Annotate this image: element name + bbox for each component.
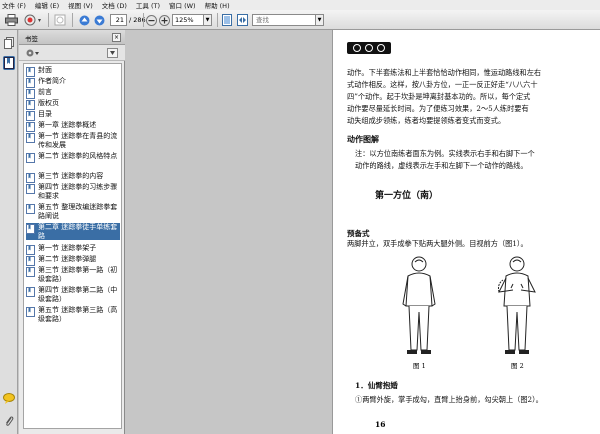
menu-edit[interactable]: 编辑 (E) — [35, 0, 59, 10]
bookmarks-toolbar — [19, 45, 125, 61]
bookmark-item[interactable]: 第一章 迷踪拳概述 — [26, 121, 120, 132]
menu-window[interactable]: 窗口 (W) — [169, 0, 196, 10]
bookmark-icon — [26, 89, 35, 99]
bookmark-item[interactable]: 第四节 迷踪拳的习练步骤和要求 — [26, 183, 120, 200]
bookmark-item[interactable]: 第三节 迷踪拳第一路（初级套路） — [26, 266, 120, 283]
bookmark-icon — [26, 245, 35, 255]
zoom-out-icon[interactable] — [146, 13, 157, 27]
bookmarks-panel-title: 书签 — [25, 35, 38, 43]
bookmark-icon — [26, 184, 35, 194]
paragraph: 注：以方位南练者面东为例。实线表示右手和右脚下一个 动作的路线，虚线表示左手和左… — [355, 149, 535, 170]
bookmark-item[interactable]: 封面 — [26, 66, 120, 77]
previous-page-icon[interactable] — [78, 13, 90, 27]
comments-icon[interactable] — [3, 391, 15, 405]
bookmark-item[interactable]: 第五节 整理改编迷踪拳套路阐说 — [26, 203, 120, 220]
page-number: 16 — [375, 420, 386, 429]
paragraph: 动作。下半套练法和上半套恰恰动作相同，惟运动路线和左右 式动作相反。这样，按八卦… — [347, 68, 542, 125]
close-panel-button[interactable]: × — [112, 33, 121, 42]
bookmark-options-icon[interactable] — [25, 48, 41, 60]
bookmark-icon — [26, 204, 35, 214]
print-icon[interactable] — [4, 13, 18, 27]
bookmark-icon — [26, 111, 35, 121]
toolbar: 21 / 286 125% ▼ 查找 ▼ — [0, 10, 600, 30]
document-gutter — [125, 30, 330, 434]
zoom-level-input[interactable]: 125% — [172, 14, 204, 26]
bookmark-item[interactable]: 第一节 迷踪拳在青县的流传和发展 — [26, 132, 120, 149]
figure-1-image — [395, 254, 443, 358]
bookmark-icon — [26, 153, 35, 163]
next-page-icon[interactable] — [93, 13, 105, 27]
bookmark-icon — [26, 100, 35, 110]
bookmarks-panel-icon[interactable] — [3, 56, 15, 70]
bookmark-item-selected[interactable]: 第二章 迷踪拳徒手单练套路 — [26, 223, 120, 240]
bookmark-icon — [26, 287, 35, 297]
bookmark-icon — [26, 173, 35, 183]
document-page: 动作。下半套练法和上半套恰恰动作相同，惟运动路线和左右 式动作相反。这样，按八卦… — [332, 30, 600, 434]
bookmark-item[interactable]: 版权页 — [26, 99, 120, 110]
bookmark-icon — [26, 256, 35, 266]
chapter-banner — [347, 42, 391, 54]
search-dropdown-icon[interactable]: ▼ — [316, 14, 324, 26]
document-viewport[interactable]: 动作。下半套练法和上半套恰恰动作相同，惟运动路线和左右 式动作相反。这样，按八卦… — [125, 30, 600, 434]
menu-document[interactable]: 文档 (D) — [102, 0, 127, 10]
bookmark-icon — [26, 307, 35, 317]
page-number-input[interactable]: 21 — [110, 14, 127, 26]
pages-panel-icon[interactable] — [3, 36, 15, 50]
bookmarks-panel: 书签 × 封面 作者简介 前言 版权页 目录 第一章 迷踪拳概述 第一节 迷踪拳… — [19, 30, 125, 434]
bookmark-item[interactable]: 第三节 迷踪拳的内容 — [26, 172, 120, 183]
bookmark-item[interactable]: 作者简介 — [26, 77, 120, 88]
menu-tools[interactable]: 工具 (T) — [136, 0, 160, 10]
email-icon[interactable] — [24, 13, 44, 27]
menu-help[interactable]: 帮助 (H) — [205, 0, 230, 10]
bookmark-icon — [26, 267, 35, 277]
bookmark-item[interactable]: 前言 — [26, 88, 120, 99]
expand-bookmark-icon[interactable] — [107, 48, 118, 60]
fit-page-icon[interactable] — [221, 13, 233, 27]
attachments-icon[interactable] — [3, 414, 15, 428]
bookmark-icon — [26, 67, 35, 77]
hand-tool-icon[interactable] — [53, 13, 67, 27]
bookmark-item[interactable]: 第二节 迷踪拳的风格特点 — [26, 152, 120, 163]
bookmark-icon — [26, 78, 35, 88]
bookmark-item[interactable]: 第四节 迷踪拳第二路（中级套路） — [26, 286, 120, 303]
bookmark-list: 封面 作者简介 前言 版权页 目录 第一章 迷踪拳概述 第一节 迷踪拳在青县的流… — [23, 63, 122, 429]
bookmarks-panel-header: 书签 × — [19, 30, 125, 45]
menu-file[interactable]: 文件 (F) — [2, 0, 26, 10]
section-heading: 动作图解 — [347, 134, 379, 144]
figure-2-image — [493, 254, 541, 358]
menu-view[interactable]: 视图 (V) — [68, 0, 93, 10]
menu-bar: 文件 (F) 编辑 (E) 视图 (V) 文档 (D) 工具 (T) 窗口 (W… — [0, 0, 600, 10]
figure-1-caption: 图 1 — [413, 362, 426, 370]
bookmark-icon — [26, 122, 35, 132]
paragraph: 两脚并立，双手成拳下贴两大腿外侧。目视前方（图1）。 — [347, 239, 528, 248]
bookmark-icon — [26, 133, 35, 143]
zoom-in-icon[interactable] — [159, 13, 170, 27]
fit-width-icon[interactable] — [236, 13, 248, 27]
bookmark-item[interactable]: 第二节 迷踪拳弹腿 — [26, 255, 120, 266]
search-input[interactable]: 查找 — [252, 14, 316, 26]
navigation-pane-strip — [0, 30, 18, 434]
zoom-dropdown-icon[interactable]: ▼ — [204, 14, 212, 26]
bookmark-item[interactable]: 目录 — [26, 110, 120, 121]
figure-2-caption: 图 2 — [511, 362, 524, 370]
bookmark-item[interactable]: 第一节 迷踪拳架子 — [26, 244, 120, 255]
paragraph: ①两臂外旋，掌手成勾，直臂上抬身前，勾尖朝上（图2）。 — [355, 395, 543, 404]
step-heading: 1．仙臂抱婚 — [355, 381, 398, 390]
bookmark-icon — [26, 224, 35, 234]
section-title: 第一方位（南） — [375, 191, 439, 201]
bookmark-item[interactable]: 第五节 迷踪拳第三路（高级套路） — [26, 306, 120, 323]
